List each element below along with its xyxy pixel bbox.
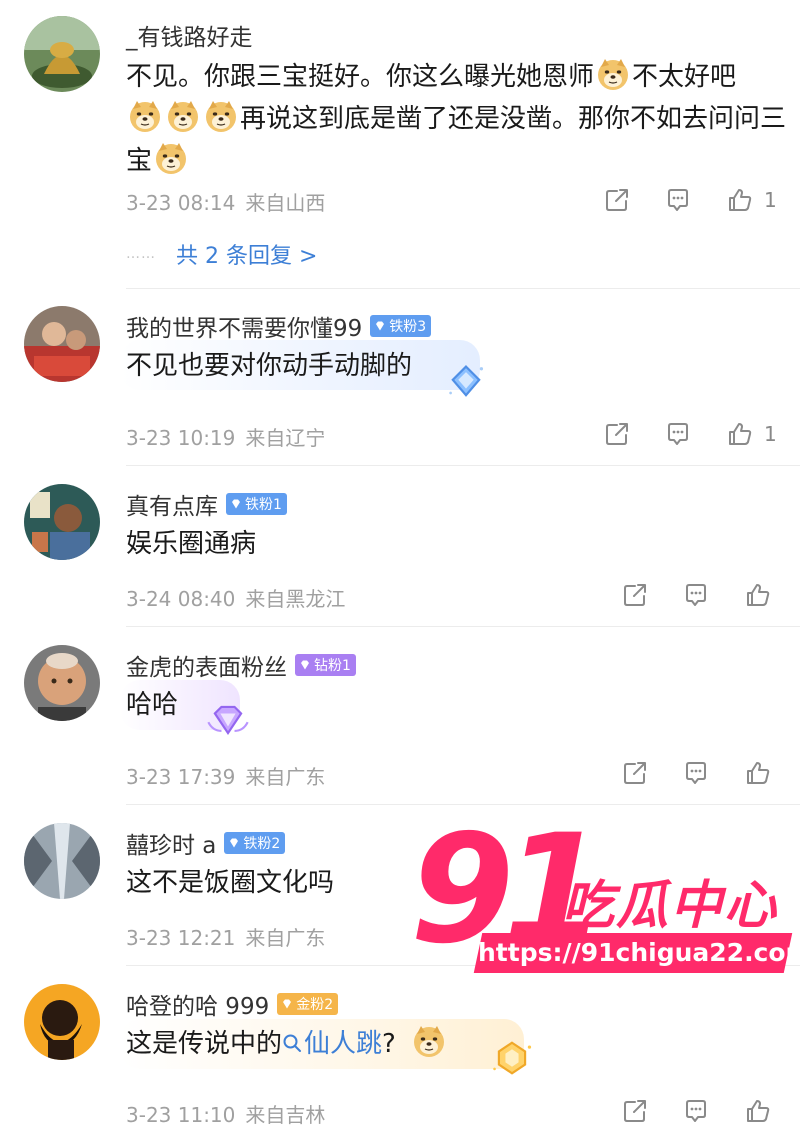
timestamp: 3-23 10:19 [126,426,236,450]
comment-text-part: 不太好吧 [632,62,737,92]
thumbs-up-icon[interactable] [745,1098,771,1124]
comment-icon[interactable] [683,1098,709,1124]
username[interactable]: 金虎的表面粉丝 钻粉1 [126,648,356,682]
doge-emoji-icon [128,99,162,133]
avatar[interactable] [24,645,100,721]
watermark-logo: 91 吃瓜中心 https://91chigua22.com [410,815,800,985]
username[interactable]: 哈登的哈 999 金粉2 [126,987,339,1021]
location: 来自吉林 [245,1103,326,1125]
share-icon[interactable] [604,421,630,447]
timestamp: 3-23 11:10 [126,1103,236,1125]
gem-icon [444,360,488,404]
fan-badge: 金粉2 [277,993,339,1015]
divider [126,626,800,627]
comment-text: 这不是饭圈文化吗 [126,868,335,898]
doge-emoji-icon [204,99,238,133]
badge-label: 铁粉2 [243,836,281,852]
comment-text: 娱乐圈通病 [126,529,257,559]
comment-text: 这是传说中的 仙人跳? [126,1023,448,1065]
comment-icon[interactable] [665,187,691,213]
watermark-url: https://91chigua22.com [478,938,800,967]
username[interactable]: 真有点库 铁粉1 [126,487,287,521]
badge-label: 铁粉3 [389,319,427,335]
search-link[interactable]: 仙人跳 [282,1029,382,1059]
share-icon[interactable] [604,187,630,213]
comment-text-part: 这是传说中的 [126,1029,283,1059]
username-text: 真有点库 [126,494,218,520]
like-count: 1 [764,188,777,212]
doge-emoji-icon [412,1024,446,1058]
share-icon[interactable] [622,760,648,786]
username-text: 哈登的哈 999 [126,994,270,1020]
dots-separator: …… [126,246,156,262]
gem-icon [488,1036,536,1080]
comment-icon[interactable] [683,760,709,786]
location: 来自黑龙江 [245,587,346,611]
gem-icon [299,659,311,671]
badge-label: 铁粉1 [245,497,282,513]
comment-text: 不见。你跟三宝挺好。你这么曝光她恩师 不太好吧 再说这到底是凿了还是没凿。那你不如去… [126,56,786,182]
comment-text-part: ? [382,1029,396,1059]
comment-text-part: 不见。你跟三宝挺好。你这么曝光她恩师 [126,62,595,92]
comment-meta: 3-23 08:14 来自山西 [126,187,325,216]
comment-meta: 3-24 08:40 来自黑龙江 [126,583,345,612]
timestamp: 3-24 08:40 [126,587,236,611]
location: 来自广东 [245,765,326,789]
thumbs-up-icon[interactable] [727,187,753,213]
divider [126,288,800,289]
divider [126,465,800,466]
comment-meta: 3-23 12:21 来自广东 [126,922,325,951]
fan-badge: 铁粉1 [226,493,287,515]
gem-icon [281,998,293,1010]
username-text: 金虎的表面粉丝 [126,655,287,681]
gem-icon [228,837,240,849]
avatar[interactable] [24,984,100,1060]
timestamp: 3-23 08:14 [126,191,236,215]
avatar[interactable] [24,16,100,92]
comment-icon[interactable] [683,582,709,608]
avatar[interactable] [24,823,100,899]
badge-label: 金粉2 [296,997,334,1013]
comment-meta: 3-23 11:10 来自吉林 [126,1099,325,1125]
like-count: 1 [764,422,777,446]
username[interactable]: _有钱路好走 [126,18,253,52]
watermark-url-banner: https://91chigua22.com [473,933,800,973]
username-text: 囍珍时 a [126,833,217,859]
comment-text: 不见也要对你动手动脚的 [126,351,413,381]
timestamp: 3-23 12:21 [126,926,236,950]
username-text: 我的世界不需要你懂99 [126,316,363,342]
doge-emoji-icon [596,57,630,91]
comment-meta: 3-23 17:39 来自广东 [126,761,325,790]
badge-label: 钻粉1 [314,658,351,674]
location: 来自辽宁 [245,426,326,450]
thumbs-up-icon[interactable] [745,760,771,786]
avatar[interactable] [24,306,100,382]
thumbs-up-icon[interactable] [727,421,753,447]
watermark-title: 吃瓜中心 [562,876,779,936]
gem-icon [230,498,242,510]
gem-icon [374,320,386,332]
thumbs-up-icon[interactable] [745,582,771,608]
replies-label: 共 2 条回复 > [176,244,318,269]
username[interactable]: 我的世界不需要你懂99 铁粉3 [126,309,432,343]
timestamp: 3-23 17:39 [126,765,236,789]
share-icon[interactable] [622,582,648,608]
view-replies-link[interactable]: …… 共 2 条回复 > [126,238,317,270]
doge-emoji-icon [154,141,188,175]
doge-emoji-icon [166,99,200,133]
fan-badge: 钻粉1 [295,654,356,676]
fan-badge: 铁粉2 [224,832,286,854]
location: 来自山西 [245,191,326,215]
avatar[interactable] [24,484,100,560]
location: 来自广东 [245,926,326,950]
share-icon[interactable] [622,1098,648,1124]
comment-text: 哈哈 [126,690,179,720]
username[interactable]: 囍珍时 a 铁粉2 [126,826,286,860]
comment-icon[interactable] [665,421,691,447]
gem-icon [204,698,252,742]
search-icon [283,1034,302,1052]
fan-badge: 铁粉3 [370,315,432,337]
search-term: 仙人跳 [304,1029,383,1059]
comment-meta: 3-23 10:19 来自辽宁 [126,422,325,451]
